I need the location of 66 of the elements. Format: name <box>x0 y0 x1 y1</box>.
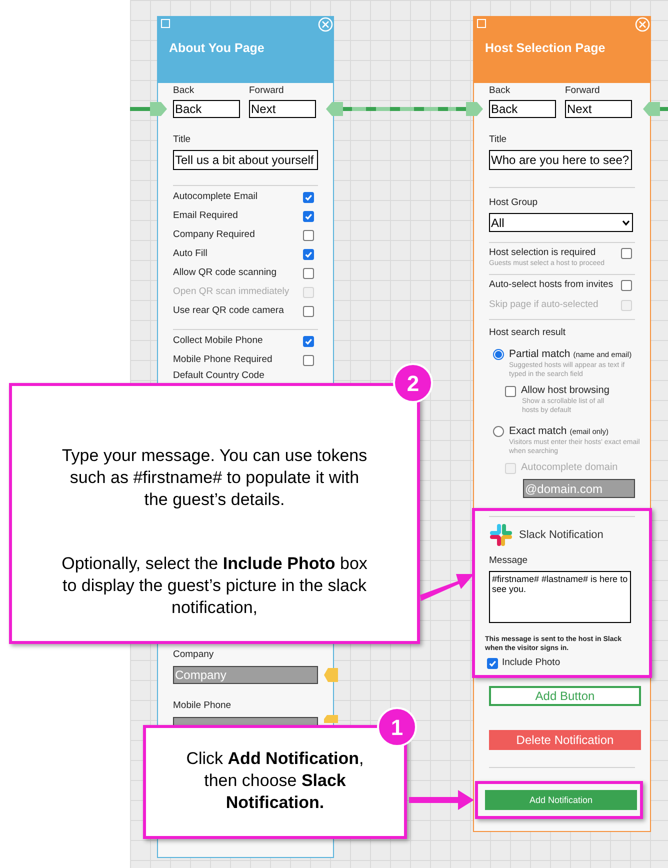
text-field[interactable]: Next <box>565 100 632 118</box>
pointer-arrow <box>409 790 474 810</box>
connector-line <box>658 107 668 111</box>
option-label: Autocomplete Email <box>173 190 258 204</box>
text-field[interactable]: Tell us a bit about yourself <box>173 150 318 170</box>
text-field[interactable]: Back <box>173 100 240 118</box>
option-label: Company Required <box>173 228 255 242</box>
close-icon[interactable] <box>318 17 333 32</box>
section-label: Host search result <box>489 327 567 339</box>
option-label: Allow QR code scanning <box>173 266 276 280</box>
option-label: Email Required <box>173 209 238 224</box>
square-icon[interactable] <box>477 19 486 28</box>
field-label: Message <box>489 555 529 567</box>
option-label: Include Photo <box>502 656 560 670</box>
checkbox[interactable] <box>621 280 632 290</box>
callout-text: Click Add Notification, then choose Slack Notification. <box>185 748 365 814</box>
field-label: Back <box>489 85 512 97</box>
checkbox[interactable] <box>303 230 314 241</box>
option-label: Autocomplete domain <box>521 462 618 474</box>
field-label: Title <box>173 134 192 146</box>
square-icon[interactable] <box>161 19 170 28</box>
option-label: Collect Mobile Phone <box>173 334 263 348</box>
page-title: About You Page <box>169 40 264 57</box>
host-group-dropdown[interactable]: All <box>489 213 633 232</box>
option-label: Open QR scan immediately <box>173 285 290 300</box>
field-label: Mobile Phone <box>173 700 232 712</box>
text-field[interactable]: @domain.com <box>523 479 635 498</box>
field-label: Forward <box>249 85 285 97</box>
chevron-down-icon <box>622 220 630 226</box>
option-label: Auto Fill <box>173 247 208 262</box>
option-label: Skip page if auto-selected <box>489 299 598 311</box>
option-label: Mobile Phone Required <box>173 353 272 368</box>
checkbox[interactable] <box>303 355 314 366</box>
close-icon[interactable] <box>635 17 650 32</box>
callout-text: Type your message. You can use tokens such as #firstname# to populate it with the guest’s details. <box>60 445 368 511</box>
message-field[interactable]: #firstname# #lastname# is here to see you. <box>489 571 631 623</box>
option-label: Allow host browsing <box>521 385 610 397</box>
hash-logo-icon <box>489 523 513 547</box>
checkbox[interactable] <box>303 249 314 260</box>
radio-button[interactable] <box>493 349 504 360</box>
text-field[interactable]: Back <box>489 100 556 118</box>
field-label: Forward <box>565 85 601 97</box>
checkbox[interactable] <box>487 658 498 669</box>
section-title: Slack Notification <box>519 528 604 543</box>
checkbox[interactable] <box>303 306 314 317</box>
option-label: Host selection is required <box>489 247 596 259</box>
field-label: Default Country Code <box>173 370 264 381</box>
option-label: Use rear QR code camera <box>173 304 284 318</box>
radio-button[interactable] <box>493 426 504 437</box>
checkbox[interactable] <box>505 386 516 396</box>
field-label: Title <box>489 134 508 146</box>
option-label: Auto-select hosts from invites <box>489 279 614 291</box>
checkbox[interactable] <box>621 248 632 258</box>
field-label: Company <box>173 649 214 661</box>
text-field[interactable]: Company <box>173 666 318 684</box>
connector-line <box>130 107 152 111</box>
field-label: Host Group <box>489 197 539 209</box>
page-title: Host Selection Page <box>485 40 606 57</box>
text-field[interactable]: Who are you here to see? <box>489 150 632 170</box>
field-label: Back <box>173 85 196 97</box>
checkbox[interactable] <box>303 211 314 222</box>
checkbox[interactable] <box>303 268 314 279</box>
callout-text: Optionally, select the Include Photo box to display the guest’s picture in the slack notification, <box>60 553 368 619</box>
checkbox[interactable] <box>303 192 314 203</box>
text-field[interactable]: Next <box>249 100 316 118</box>
checkbox[interactable] <box>303 336 314 347</box>
